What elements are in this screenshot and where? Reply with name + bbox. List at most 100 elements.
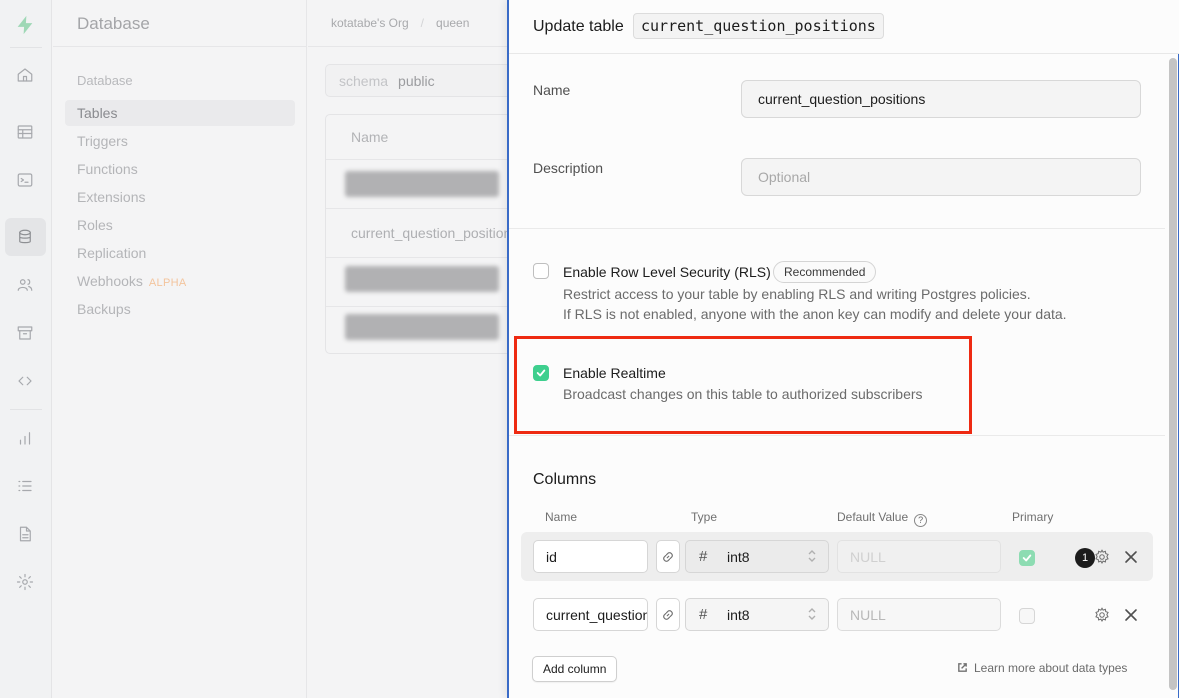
sidebar-item-backups[interactable]: Backups	[77, 301, 131, 317]
sidebar-title: Database	[77, 14, 150, 33]
rail-divider	[10, 409, 42, 410]
number-type-icon: #	[699, 606, 708, 623]
redacted-table-row	[345, 314, 499, 340]
sidebar-item-webhooks[interactable]: Webhooks ALPHA	[77, 273, 186, 289]
check-icon	[1022, 554, 1032, 562]
table-name-code: current_question_positions	[633, 13, 884, 39]
rls-title: Enable Row Level Security (RLS)	[563, 264, 771, 280]
column-type-select[interactable]: # int8	[685, 540, 829, 573]
add-column-button[interactable]: Add column	[532, 656, 618, 682]
help-icon[interactable]: ?	[914, 514, 928, 527]
column-header-primary: Primary	[1012, 510, 1054, 524]
supabase-logo-icon[interactable]	[14, 14, 36, 36]
logs-icon[interactable]	[14, 475, 36, 497]
rls-description-1: Restrict access to your table by enablin…	[563, 286, 1031, 302]
home-icon[interactable]	[14, 64, 36, 86]
rls-checkbox[interactable]	[533, 263, 549, 279]
redacted-table-row	[345, 266, 499, 292]
table-row[interactable]: current_question_positions	[351, 225, 518, 241]
redacted-table-row	[345, 171, 499, 197]
sidebar-item-functions[interactable]: Functions	[77, 161, 138, 177]
sidebar-item-triggers[interactable]: Triggers	[77, 133, 128, 149]
chevron-updown-icon	[808, 607, 816, 621]
icon-rail	[0, 0, 52, 698]
gear-icon	[1095, 607, 1109, 623]
foreign-key-button[interactable]	[656, 598, 680, 631]
table-editor-icon[interactable]	[14, 121, 36, 143]
description-input[interactable]: Optional	[741, 158, 1141, 196]
default-value-input[interactable]: NULL	[837, 598, 1001, 631]
sidebar-item-roles[interactable]: Roles	[77, 217, 113, 233]
tables-list-header: Name	[351, 129, 389, 145]
sidebar-section-label: Database	[77, 73, 133, 88]
column-header-type: Type	[691, 510, 718, 524]
description-label: Description	[533, 160, 604, 176]
external-link-icon	[958, 663, 967, 672]
sidebar-item-tables[interactable]: Tables	[77, 105, 117, 121]
sidebar-item-replication[interactable]: Replication	[77, 245, 146, 261]
remove-column-button[interactable]	[1124, 608, 1138, 622]
breadcrumb-org[interactable]: kotatabe's Org	[331, 16, 409, 30]
gear-icon	[1095, 549, 1109, 565]
name-label: Name	[533, 82, 571, 98]
panel-title: Update table	[533, 18, 624, 35]
column-name-input[interactable]: id	[533, 540, 648, 573]
sidebar-item-extensions[interactable]: Extensions	[77, 189, 145, 205]
schema-selector[interactable]: schema public	[325, 64, 525, 97]
primary-key-checkbox[interactable]	[1019, 608, 1035, 624]
alpha-badge: ALPHA	[148, 277, 187, 289]
column-settings-button[interactable]	[1093, 548, 1111, 566]
link-icon	[663, 551, 673, 562]
main-header-divider	[308, 46, 508, 47]
primary-key-checkbox[interactable]	[1019, 550, 1035, 566]
remove-column-button[interactable]	[1124, 550, 1138, 564]
column-type-select[interactable]: # int8	[685, 598, 829, 631]
breadcrumb-separator: /	[420, 16, 425, 30]
realtime-checkbox[interactable]	[533, 365, 549, 381]
column-header-default-label: Default Value	[837, 510, 909, 524]
column-header-default: Default Value?	[837, 510, 928, 527]
column-header-name: Name	[545, 510, 578, 524]
panel-scrollbar[interactable]	[1169, 58, 1177, 690]
api-docs-icon[interactable]	[14, 523, 36, 545]
tables-list: Name current_question_positions	[325, 114, 525, 354]
learn-more-data-types-link[interactable]: Learn more about data types	[957, 661, 1127, 675]
table-name-input[interactable]: current_question_positions	[741, 80, 1141, 118]
database-sidebar: Database Database Tables Triggers Functi…	[53, 0, 307, 698]
users-icon[interactable]	[14, 274, 36, 296]
column-name-input[interactable]: current_question	[533, 598, 648, 631]
edge-functions-icon[interactable]	[14, 370, 36, 392]
section-divider	[509, 228, 1165, 229]
table-row-divider	[326, 306, 524, 307]
count-badge: 1	[1075, 548, 1095, 568]
close-icon	[1125, 551, 1137, 563]
reports-icon[interactable]	[14, 427, 36, 449]
breadcrumb-project[interactable]: queen	[436, 16, 469, 30]
recommended-badge: Recommended	[773, 261, 877, 283]
column-type-value: int8	[727, 549, 750, 565]
panel-header: Update table current_question_positions	[509, 0, 1179, 54]
default-value-input[interactable]: NULL	[837, 540, 1001, 573]
breadcrumb: kotatabe's Org / queen	[331, 16, 469, 30]
schema-label: schema	[339, 73, 389, 89]
check-icon	[536, 369, 546, 377]
table-row-divider	[326, 159, 524, 160]
sidebar-item-webhooks-label: Webhooks	[77, 273, 143, 289]
realtime-description: Broadcast changes on this table to autho…	[563, 386, 923, 402]
foreign-key-button[interactable]	[656, 540, 680, 573]
rls-description-2: If RLS is not enabled, anyone with the a…	[563, 306, 1067, 322]
column-settings-button[interactable]	[1093, 606, 1111, 624]
sql-editor-icon[interactable]	[14, 169, 36, 191]
close-icon	[1125, 609, 1137, 621]
link-icon	[663, 609, 673, 620]
update-table-panel: Update table current_question_positions …	[507, 0, 1179, 698]
columns-title: Columns	[533, 471, 597, 488]
section-divider	[509, 435, 1165, 436]
learn-more-label: Learn more about data types	[974, 661, 1128, 675]
sidebar-header-divider	[53, 46, 307, 47]
number-type-icon: #	[699, 548, 708, 565]
storage-icon[interactable]	[14, 322, 36, 344]
database-icon[interactable]	[14, 226, 36, 248]
settings-gear-icon[interactable]	[14, 571, 36, 593]
rail-divider	[10, 47, 42, 48]
